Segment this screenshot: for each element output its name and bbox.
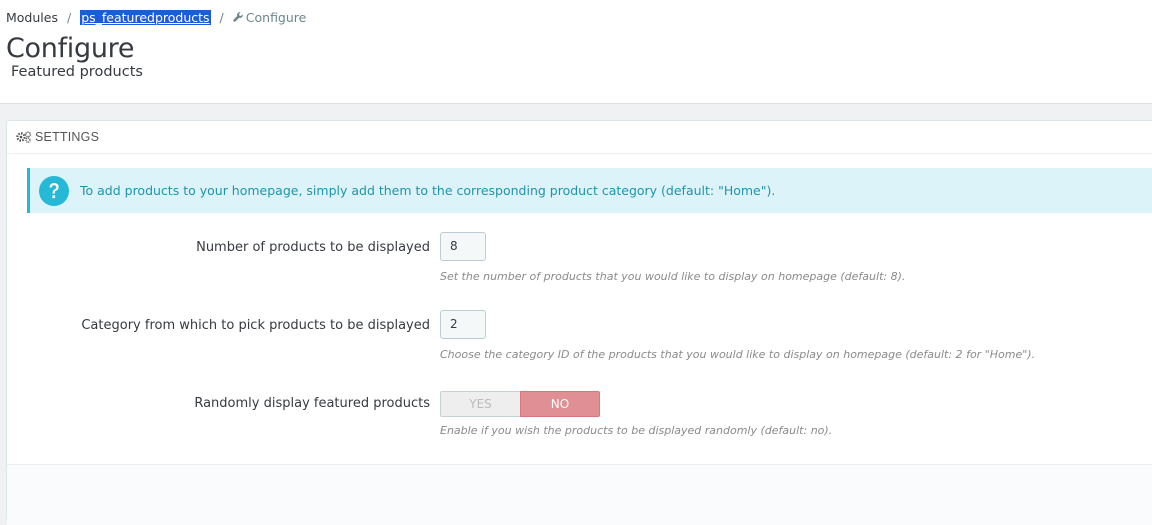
settings-panel: SETTINGS To add products to your homepag… bbox=[6, 120, 1152, 525]
category-id-help: Choose the category ID of the products t… bbox=[440, 348, 1036, 361]
breadcrumb-separator: / bbox=[219, 10, 224, 25]
cogs-icon bbox=[16, 131, 32, 143]
random-display-label: Randomly display featured products bbox=[194, 396, 430, 411]
breadcrumb-modules-link[interactable]: Modules bbox=[6, 10, 58, 25]
random-display-help: Enable if you wish the products to be di… bbox=[440, 424, 833, 437]
products-count-help: Set the number of products that you woul… bbox=[440, 270, 906, 283]
question-circle-icon bbox=[39, 175, 69, 206]
category-id-input[interactable]: 2 bbox=[440, 310, 486, 339]
panel-footer bbox=[7, 464, 1152, 525]
page-subtitle: Featured products bbox=[11, 64, 143, 80]
switch-no-option[interactable]: NO bbox=[520, 391, 600, 417]
info-alert: To add products to your homepage, simply… bbox=[27, 168, 1152, 213]
products-count-label: Number of products to be displayed bbox=[196, 240, 430, 255]
wrench-icon bbox=[232, 10, 243, 25]
breadcrumb: Modules / ps_featuredproducts / Configur… bbox=[6, 10, 306, 25]
page-title: Configure bbox=[6, 33, 135, 64]
page-header: Modules / ps_featuredproducts / Configur… bbox=[0, 0, 1152, 104]
breadcrumb-separator: / bbox=[66, 10, 72, 25]
panel-heading-title: SETTINGS bbox=[35, 130, 100, 144]
alert-message: To add products to your homepage, simply… bbox=[80, 183, 776, 198]
products-count-input[interactable]: 8 bbox=[440, 232, 486, 261]
category-id-label: Category from which to pick products to … bbox=[81, 318, 430, 333]
panel-heading: SETTINGS bbox=[7, 121, 1152, 154]
breadcrumb-module-name-link[interactable]: ps_featuredproducts bbox=[80, 10, 211, 25]
switch-yes-option[interactable]: YES bbox=[440, 391, 520, 417]
breadcrumb-configure: Configure bbox=[245, 10, 307, 25]
random-display-switch[interactable]: YES NO bbox=[440, 391, 600, 417]
